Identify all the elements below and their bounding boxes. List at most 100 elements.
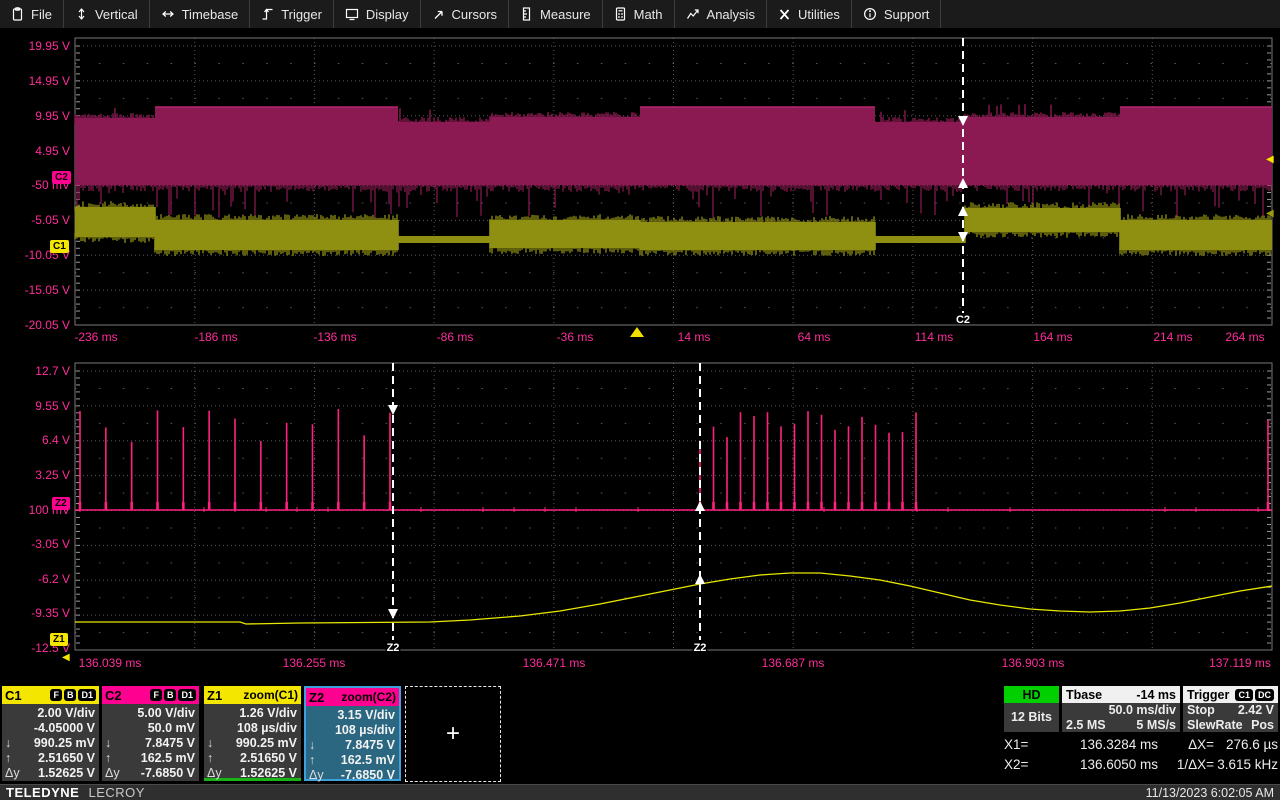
c1-zero-marker[interactable]: C1 (50, 240, 69, 253)
trace-c1 (398, 236, 490, 243)
measure-icon (520, 7, 533, 21)
y-axis-label: -6.2 V (2, 572, 70, 586)
menu-trigger[interactable]: Trigger (250, 0, 334, 28)
add-trace-button[interactable]: + (405, 686, 501, 782)
channel-value-row: ↓990.25 mV (207, 736, 297, 751)
trigger-source-badge: C1 (1235, 689, 1253, 701)
cursor-arrow-icon (695, 501, 705, 511)
channel-value-row: ↑162.5 mV (105, 751, 195, 766)
timebase-scale: 50.0 ms/div (1109, 703, 1176, 718)
timebase-box[interactable]: Tbase -14 ms 50.0 ms/div 2.5 MS 5 MS/s (1062, 686, 1180, 732)
timebase-header: Tbase -14 ms (1062, 686, 1180, 703)
dx-label: ΔX= (1158, 735, 1214, 755)
x-axis-label: -236 ms (74, 330, 117, 344)
channel-value-row: 108 µs/div (309, 723, 395, 738)
trace-c1 (155, 220, 398, 250)
channel-values: 1.26 V/div108 µs/div↓990.25 mV↑2.51650 V… (204, 704, 301, 781)
graticule-frame (75, 363, 1272, 650)
channel-flag-badge: B (64, 689, 77, 701)
timebase-rate: 5 MS/s (1136, 718, 1176, 733)
x1-label: X1= (1004, 735, 1042, 755)
channel-box-c2[interactable]: C2 FBD1 5.00 V/div50.0 mV↓7.8475 V↑162.5… (102, 686, 199, 781)
channel-value-row: ↓7.8475 V (105, 736, 195, 751)
channel-value-row: ↑162.5 mV (309, 753, 395, 768)
x1-value: 136.3284 ms (1042, 735, 1158, 755)
scope-display[interactable]: C2 Z2 Z2 (0, 0, 1280, 800)
y-axis-label: -20.05 V (2, 318, 70, 332)
trigger-box[interactable]: Trigger C1DC Stop 2.42 V SlewRate Pos (1183, 686, 1278, 732)
trigger-title: Trigger (1187, 688, 1229, 702)
channel-value-row: ↑2.51650 V (5, 751, 95, 766)
trace-c1 (875, 236, 965, 243)
plus-icon: + (446, 720, 460, 748)
vertical-arrows-icon (75, 7, 88, 21)
channel-value-row: ↑2.51650 V (207, 751, 297, 766)
channel-value-row: 1.26 V/div (207, 706, 297, 721)
menu-timebase[interactable]: Timebase (150, 0, 251, 28)
utilities-tools-icon (778, 7, 791, 21)
x2-label: X2= (1004, 755, 1042, 775)
channel-header: Z2 zoom(C2) (306, 688, 399, 706)
channel-flag-badge: D1 (78, 689, 96, 701)
x-axis-label: 136.903 ms (1002, 656, 1065, 670)
analysis-chart-icon (686, 7, 700, 21)
channel-box-z1[interactable]: Z1 zoom(C1) 1.26 V/div108 µs/div↓990.25 … (204, 686, 301, 781)
trace-c2 (75, 118, 155, 185)
trigger-edge-icon (261, 7, 274, 21)
menu-measure[interactable]: Measure (509, 0, 603, 28)
level-marker-icon[interactable]: ◀ (1266, 155, 1274, 165)
trace-c1 (75, 207, 155, 237)
channel-value-row: 5.00 V/div (105, 706, 195, 721)
trace-c2 (490, 117, 640, 185)
channel-value-row: 3.15 V/div (309, 708, 395, 723)
x-axis-label: 136.687 ms (762, 656, 825, 670)
trace-z1 (75, 573, 1272, 624)
cursor-readout: X1= 136.3284 ms ΔX= 276.6 µs X2= 136.605… (1004, 735, 1280, 775)
cursor-label: Z2 (387, 642, 400, 654)
hd-header: HD (1004, 686, 1059, 703)
channel-header: Z1 zoom(C1) (204, 686, 301, 704)
trigger-badges: C1DC (1235, 689, 1274, 701)
trace-c2 (1120, 107, 1272, 185)
cursor-label: Z2 (694, 642, 707, 654)
level-marker-icon[interactable]: ◀ (1266, 209, 1274, 219)
x-axis-label: 164 ms (1033, 330, 1072, 344)
timebase-offset: -14 ms (1136, 688, 1176, 702)
menu-math[interactable]: Math (603, 0, 675, 28)
z2-zero-marker[interactable]: Z2 (52, 497, 70, 510)
y-axis-label: 6.4 V (2, 433, 70, 447)
z1-zero-marker[interactable]: Z1 (50, 633, 68, 646)
channel-box-z2[interactable]: Z2 zoom(C2) 3.15 V/div108 µs/div↓7.8475 … (304, 686, 401, 781)
calculator-icon (614, 7, 627, 21)
channel-subtitle: zoom(C2) (341, 690, 396, 704)
menu-support[interactable]: Support (852, 0, 942, 28)
menu-label: Timebase (182, 7, 239, 22)
menu-vertical[interactable]: Vertical (64, 0, 150, 28)
hd-mode-box[interactable]: HD 12 Bits (1004, 686, 1059, 732)
status-bar: TELEDYNE LECROY 11/13/2023 6:02:05 AM (0, 784, 1280, 800)
menu-analysis[interactable]: Analysis (675, 0, 767, 28)
channel-value-row: Δy1.52625 V (207, 766, 297, 781)
y-axis-label: 19.95 V (2, 39, 70, 53)
menu-file[interactable]: File (0, 0, 64, 28)
x-axis-label: 214 ms (1153, 330, 1192, 344)
channel-value-row: 108 µs/div (207, 721, 297, 736)
channel-box-c1[interactable]: C1 FBD1 2.00 V/div-4.05000 V↓990.25 mV↑2… (2, 686, 99, 781)
x-axis-label: 64 ms (798, 330, 831, 344)
x-axis-label: 264 ms (1225, 330, 1264, 344)
horizontal-offset-marker-icon[interactable]: ◀ (62, 653, 70, 663)
channel-values: 3.15 V/div108 µs/div↓7.8475 V↑162.5 mVΔy… (306, 706, 399, 783)
menu-cursors[interactable]: Cursors (421, 0, 510, 28)
menu-display[interactable]: Display (334, 0, 421, 28)
menu-label: Analysis (707, 7, 755, 22)
trace-c2 (875, 122, 965, 185)
hd-bits: 12 Bits (1004, 703, 1059, 731)
trigger-mode: Stop (1187, 703, 1215, 718)
trigger-header: Trigger C1DC (1183, 686, 1278, 703)
oscilloscope-app: C2 Z2 Z2 File Vertical Timebase Trigger Di… (0, 0, 1280, 800)
menu-utilities[interactable]: Utilities (767, 0, 852, 28)
channel-value-row: Δy-7.6850 V (309, 768, 395, 783)
c2-zero-marker[interactable]: C2 (52, 171, 71, 184)
trace-c1 (640, 222, 875, 250)
file-icon (11, 7, 24, 21)
